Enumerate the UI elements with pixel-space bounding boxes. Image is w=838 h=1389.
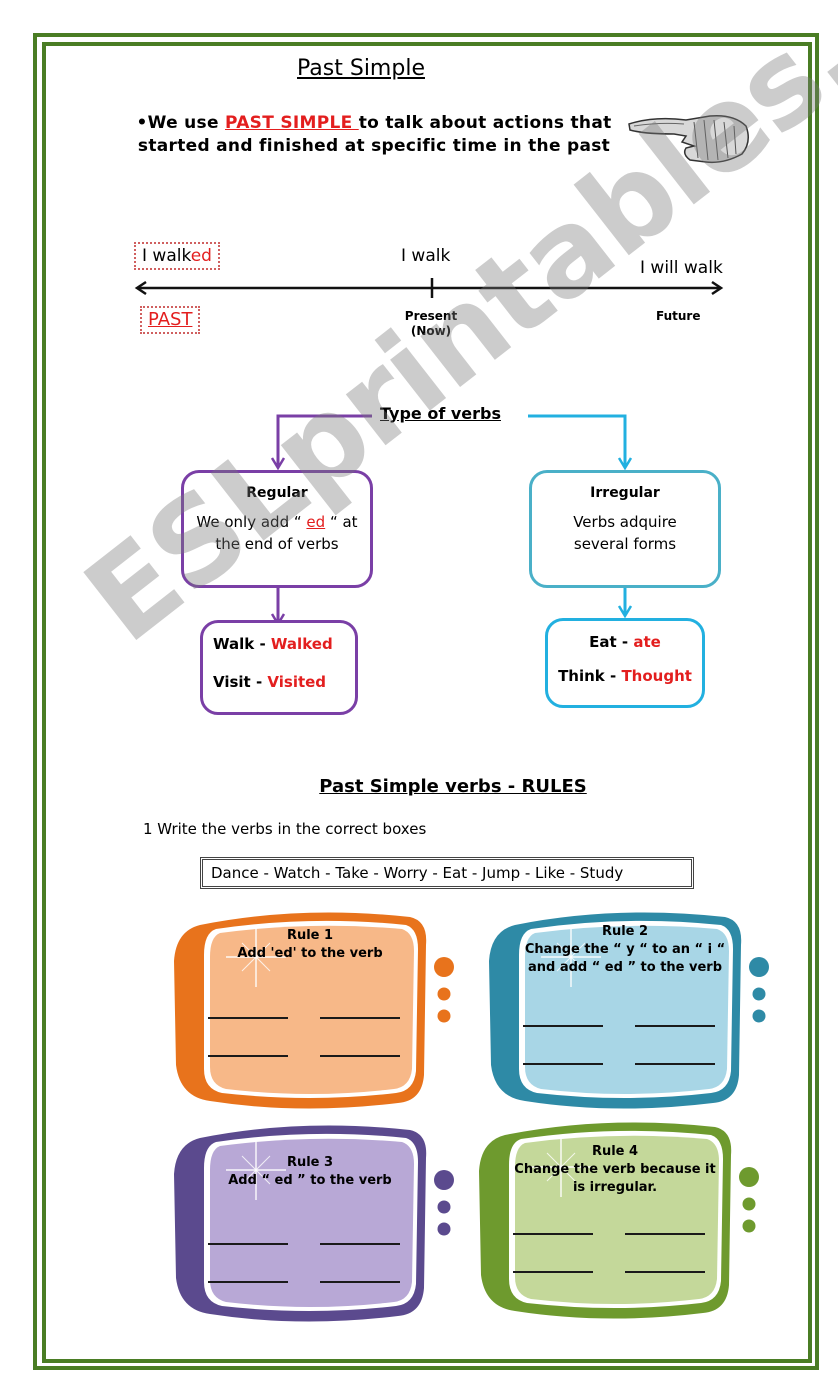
example-base: Walk	[213, 635, 255, 653]
answer-blank[interactable]	[208, 1055, 288, 1057]
answer-blank[interactable]	[513, 1271, 593, 1273]
irregular-examples-box: Eat - ate Think - Thought	[545, 618, 705, 708]
irregular-example-row: Think - Thought	[548, 667, 702, 685]
irregular-text: Verbs adquire several forms	[573, 513, 677, 553]
irregular-example-row: Eat - ate	[548, 633, 702, 651]
example-past: Thought	[621, 667, 692, 685]
rule-card-4: Rule 4 Change the verb because it is irre…	[475, 1115, 785, 1325]
rule-card-1: Rule 1 Add 'ed' to the verb	[170, 905, 480, 1115]
rule-card-text: Rule 4 Change the verb because it is irre…	[495, 1143, 735, 1197]
answer-blank[interactable]	[320, 1243, 400, 1245]
rule-description: Change the verb because it is irregular.	[514, 1162, 716, 1195]
rule-title: Rule 2	[601, 924, 649, 939]
answer-blank[interactable]	[635, 1063, 715, 1065]
answer-blank[interactable]	[320, 1017, 400, 1019]
rule-card-3: Rule 3 Add “ ed ” to the verb	[170, 1118, 480, 1328]
exercise-instruction: 1 Write the verbs in the correct boxes	[143, 820, 427, 838]
regular-example-row: Walk - Walked	[213, 635, 355, 653]
rules-title: Past Simple verbs - RULES	[319, 776, 587, 797]
answer-blank[interactable]	[320, 1281, 400, 1283]
example-base: Think	[558, 667, 605, 685]
word-bank: Dance - Watch - Take - Worry - Eat - Jum…	[200, 857, 694, 889]
rule-card-text: Rule 2 Change the “ y “ to an “ i “ and a…	[505, 923, 745, 977]
regular-example-row: Visit - Visited	[213, 673, 355, 691]
example-separator: -	[604, 667, 622, 685]
example-separator: -	[254, 635, 271, 653]
answer-blank[interactable]	[523, 1025, 603, 1027]
answer-blank[interactable]	[208, 1281, 288, 1283]
irregular-title: Irregular	[590, 485, 660, 501]
answer-blank[interactable]	[208, 1243, 288, 1245]
answer-blank[interactable]	[625, 1233, 705, 1235]
example-base: Eat	[589, 633, 617, 651]
example-past: Walked	[270, 635, 333, 653]
rule-description: Add “ ed ” to the verb	[228, 1173, 392, 1188]
rule-card-2: Rule 2 Change the “ y “ to an “ i “ and a…	[485, 905, 795, 1115]
example-past: Visited	[267, 673, 327, 691]
example-past: ate	[633, 633, 661, 651]
example-separator: -	[616, 633, 634, 651]
rule-card-text: Rule 1 Add 'ed' to the verb	[190, 927, 430, 963]
rule-card-text: Rule 3 Add “ ed ” to the verb	[190, 1154, 430, 1190]
example-separator: -	[250, 673, 268, 691]
example-base: Visit	[213, 673, 251, 691]
regular-examples-box: Walk - Walked Visit - Visited	[200, 620, 358, 715]
answer-blank[interactable]	[635, 1025, 715, 1027]
answer-blank[interactable]	[625, 1271, 705, 1273]
irregular-box: Irregular Verbs adquire several forms	[529, 470, 721, 588]
tv-shape	[174, 1125, 454, 1322]
rule-title: Rule 4	[591, 1144, 639, 1159]
rule-title: Rule 3	[286, 1155, 334, 1170]
answer-blank[interactable]	[513, 1233, 593, 1235]
rule-description: Change the “ y “ to an “ i “ and add “ e…	[524, 942, 726, 975]
rule-title: Rule 1	[286, 928, 334, 943]
answer-blank[interactable]	[523, 1063, 603, 1065]
answer-blank[interactable]	[320, 1055, 400, 1057]
answer-blank[interactable]	[208, 1017, 288, 1019]
rule-description: Add 'ed' to the verb	[237, 946, 383, 961]
